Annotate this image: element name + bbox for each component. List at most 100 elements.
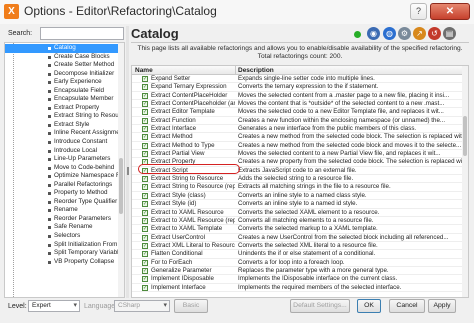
enabled-checkbox[interactable]: ✓ <box>142 159 148 166</box>
table-row[interactable]: ✓ Expand Ternary Expression Converts the t… <box>132 83 463 92</box>
table-row[interactable]: ✓ Extract Partial View Moves the selected … <box>132 150 463 159</box>
enabled-checkbox[interactable]: ✓ <box>142 92 148 99</box>
tree-item[interactable]: Optimize Namespace Refs <box>5 172 119 181</box>
tree-item[interactable]: Introduce Constant <box>5 138 119 147</box>
enabled-checkbox[interactable]: ✓ <box>142 167 148 174</box>
table-row[interactable]: ✓Extract ContentPlaceholder (and cre...M… <box>132 100 463 109</box>
tree-item[interactable]: Decompose Initializer <box>5 70 119 79</box>
enabled-checkbox[interactable]: ✓ <box>142 126 148 133</box>
splitter-grip-icon[interactable] <box>127 167 129 175</box>
level-select[interactable]: Expert <box>28 300 80 312</box>
enabled-checkbox[interactable]: ✓ <box>142 142 148 149</box>
tree-item[interactable]: Reorder Parameters <box>5 215 119 224</box>
tree-item[interactable]: Safe Rename <box>5 223 119 232</box>
table-row[interactable]: ✓ Extract Method Creates a new method from… <box>132 133 463 142</box>
tree-item[interactable]: Split Temporary Variable <box>5 249 119 258</box>
table-row[interactable]: ✓ Expand Setter Expands single-line setter… <box>132 75 463 84</box>
globe-icon[interactable]: ◍ <box>383 27 396 40</box>
table-row[interactable]: ✓ Generalize Parameter Replaces the parame… <box>132 267 463 276</box>
cancel-button[interactable]: Cancel <box>389 299 425 313</box>
tree-item[interactable]: Selectors <box>5 232 119 241</box>
table-row[interactable]: ✓ Extract String to Resource Adds the sele… <box>132 175 463 184</box>
ok-button[interactable]: OK <box>357 299 381 313</box>
navigate-icon[interactable]: ◉ <box>367 27 380 40</box>
column-separator[interactable] <box>235 66 236 75</box>
table-row[interactable]: ✓ Extract ContentPlaceHolder Moves the sel… <box>132 92 463 101</box>
tree-item[interactable]: Extract Property <box>5 104 119 113</box>
panel-splitter[interactable] <box>126 26 129 298</box>
table-row[interactable]: ✓ Extract Function Creates a new function … <box>132 117 463 126</box>
tree-item[interactable]: Reorder Type Qualifier <box>5 198 119 207</box>
table-row[interactable]: ✓ Implement IDisposable Implements the IDi… <box>132 275 463 284</box>
export-icon[interactable]: ↗ <box>413 27 426 40</box>
table-row[interactable]: ✓ Extract to XAML Template Converts the se… <box>132 225 463 234</box>
column-header-name[interactable]: Name <box>135 67 153 74</box>
enabled-checkbox[interactable]: ✓ <box>142 109 148 116</box>
table-row[interactable]: ✓ Extract Style (class) Converts an inline… <box>132 192 463 201</box>
table-row[interactable]: ✓ Implement Interface Implements the requi… <box>132 284 463 292</box>
tree-item[interactable]: Move to Code-behind <box>5 164 119 173</box>
enabled-checkbox[interactable]: ✓ <box>142 276 148 283</box>
tree-item[interactable]: Property to Method <box>5 189 119 198</box>
tree-item[interactable]: VB Property Collapse <box>5 258 119 267</box>
tree-item[interactable]: Encapsulate Member <box>5 95 119 104</box>
table-row[interactable]: ✓Extract to XAML Resource (replace...Con… <box>132 217 463 226</box>
enabled-checkbox[interactable]: ✓ <box>142 76 148 82</box>
enabled-checkbox[interactable]: ✓ <box>142 101 148 108</box>
table-row[interactable]: ✓ Extract Script Extracts JavaScript code … <box>132 167 463 176</box>
print-icon[interactable]: ▤ <box>443 27 456 40</box>
enabled-checkbox[interactable]: ✓ <box>142 192 148 199</box>
table-row[interactable]: ✓ Extract Interface Generates a new interf… <box>132 125 463 134</box>
enabled-checkbox[interactable]: ✓ <box>142 217 148 224</box>
enabled-checkbox[interactable]: ✓ <box>142 176 148 183</box>
table-row[interactable]: ✓ Extract Property Creates a new property … <box>132 158 463 167</box>
enabled-checkbox[interactable]: ✓ <box>142 84 148 91</box>
search-input[interactable] <box>40 27 124 40</box>
table-row[interactable]: ✓ Extract Style (id) Converts an inline st… <box>132 200 463 209</box>
table-row[interactable]: ✓ Extract Method to Type Creates a new met… <box>132 142 463 151</box>
apply-button[interactable]: Apply <box>428 299 456 313</box>
tree-scroll-thumb[interactable] <box>119 158 123 214</box>
tree-item[interactable]: Extract String to Resour <box>5 112 119 121</box>
help-button[interactable]: ? <box>410 3 427 20</box>
tree-item[interactable]: Catalog <box>5 44 119 53</box>
tree-item[interactable]: Early Experience <box>5 78 119 87</box>
tree-item[interactable]: Line-Up Parameters <box>5 155 119 164</box>
tree-item[interactable]: Extract Style <box>5 121 119 130</box>
table-row[interactable]: ✓ Extract UserControl Creates a new UserCo… <box>132 234 463 242</box>
table-row[interactable]: ✓ Flatten Conditional Unindents the if or … <box>132 250 463 259</box>
enabled-checkbox[interactable]: ✓ <box>142 151 148 158</box>
enabled-checkbox[interactable]: ✓ <box>142 117 148 124</box>
table-row[interactable]: ✓ Extract XML Literal to Resource Converts… <box>132 242 463 251</box>
enabled-checkbox[interactable]: ✓ <box>142 267 148 274</box>
enabled-checkbox[interactable]: ✓ <box>142 284 148 291</box>
tree-item[interactable]: Create Case Blocks <box>5 53 119 62</box>
tree-item[interactable]: Split Initialization From <box>5 241 119 250</box>
table-row[interactable]: ✓ Extract to XAML Resource Converts the se… <box>132 209 463 217</box>
tree-item[interactable]: Parallel Refactorings <box>5 181 119 190</box>
table-row[interactable]: ✓Extract String to Resource (replace...E… <box>132 183 463 192</box>
tree-item[interactable]: Encapsulate Field <box>5 87 119 96</box>
tree-item[interactable]: Inline Recent Assignment <box>5 129 119 138</box>
close-button[interactable]: ✕ <box>430 3 470 20</box>
enabled-checkbox[interactable]: ✓ <box>142 259 148 266</box>
table-row[interactable]: ✓ Extract Editor Template Moves the select… <box>132 108 463 117</box>
enabled-checkbox[interactable]: ✓ <box>142 242 148 249</box>
enabled-checkbox[interactable]: ✓ <box>142 251 148 258</box>
enabled-checkbox[interactable]: ✓ <box>142 134 148 141</box>
table-row[interactable]: ✓ For to ForEach Converts a for loop into … <box>132 259 463 267</box>
enabled-checkbox[interactable]: ✓ <box>142 234 148 241</box>
column-header-description[interactable]: Description <box>238 67 274 74</box>
tree-item[interactable]: Introduce Local <box>5 147 119 156</box>
reset-icon[interactable]: ↺ <box>428 27 441 40</box>
grid-scroll-thumb[interactable] <box>463 116 467 156</box>
settings-icon[interactable]: ⚙ <box>398 27 411 40</box>
enabled-checkbox[interactable]: ✓ <box>142 184 148 191</box>
enabled-checkbox[interactable]: ✓ <box>142 209 148 216</box>
tree-item[interactable]: Create Setter Method <box>5 61 119 70</box>
enabled-checkbox[interactable]: ✓ <box>142 226 148 233</box>
enabled-checkbox[interactable]: ✓ <box>142 201 148 208</box>
tree-item[interactable]: Rename <box>5 206 119 215</box>
tree-scrollbar[interactable] <box>118 43 124 297</box>
grid-scrollbar[interactable] <box>462 66 468 297</box>
